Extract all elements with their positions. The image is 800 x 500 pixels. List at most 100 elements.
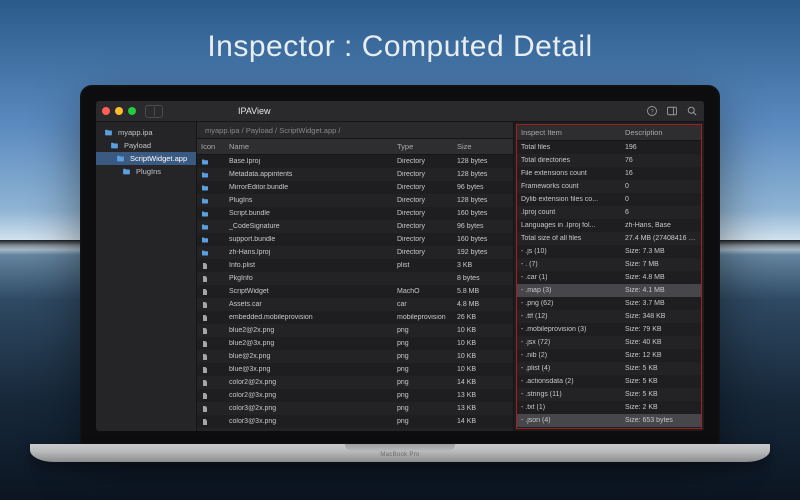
column-type[interactable]: Type [393, 142, 453, 151]
minimize-button[interactable] [115, 107, 123, 115]
table-row[interactable]: blue@2x.pngpng10 KB [197, 350, 513, 363]
table-row[interactable]: zh-Hans.lprojDirectory192 bytes [197, 246, 513, 259]
table-row[interactable]: Metadata.appintentsDirectory128 bytes [197, 168, 513, 181]
row-icon [197, 366, 225, 374]
app-window: IPAView ? myapp.ipaPayloadScriptWidget.a… [96, 101, 704, 431]
inspector-key: Total files [517, 144, 621, 151]
zoom-button[interactable] [128, 107, 136, 115]
table-row[interactable]: blue2@2x.pngpng10 KB [197, 324, 513, 337]
inspector-col-item[interactable]: Inspect Item [517, 128, 621, 137]
inspector-row[interactable]: - .mobileprovision (3)Size: 79 KB [517, 323, 701, 336]
table-row[interactable]: blue@3x.pngpng10 KB [197, 363, 513, 376]
row-size: 96 bytes [453, 184, 513, 191]
sidebar-item[interactable]: myapp.ipa [96, 126, 196, 139]
inspector-value: zh-Hans, Base [621, 222, 701, 229]
inspector-row[interactable]: - .html (1)Size: 521 bytes [517, 427, 701, 428]
table-row[interactable]: Info.plistplist3 KB [197, 259, 513, 272]
sidebar: myapp.ipa Payload ScriptWidget.appPlugIns [96, 122, 197, 431]
row-type: png [393, 405, 453, 412]
row-icon [197, 327, 225, 335]
inspector-row[interactable]: - .json (4)Size: 653 bytes [517, 414, 701, 427]
inspector-row[interactable]: Total directories76 [517, 154, 701, 167]
table-body[interactable]: Base.lprojDirectory128 bytesMetadata.app… [197, 155, 513, 431]
inspector-row[interactable]: Total size of all files27.4 MB (27408416… [517, 232, 701, 245]
inspector-value: 16 [621, 170, 701, 177]
help-icon[interactable]: ? [646, 105, 658, 117]
inspector-value: 0 [621, 196, 701, 203]
sidebar-toggle-button[interactable] [145, 105, 163, 118]
inspector-row[interactable]: Frameworks count0 [517, 180, 701, 193]
table-row[interactable]: color4@2x.pngpng13 KB [197, 428, 513, 431]
table-row[interactable]: _CodeSignatureDirectory96 bytes [197, 220, 513, 233]
inspector-row[interactable]: - .js (10)Size: 7.3 MB [517, 245, 701, 258]
inspector-row[interactable]: - .plist (4)Size: 5 KB [517, 362, 701, 375]
table-row[interactable]: Base.lprojDirectory128 bytes [197, 155, 513, 168]
table-row[interactable]: Script.bundleDirectory160 bytes [197, 207, 513, 220]
row-name: blue2@3x.png [225, 340, 393, 347]
inspector-key: - .plist (4) [517, 365, 621, 372]
row-size: 128 bytes [453, 158, 513, 165]
row-name: Script.bundle [225, 210, 393, 217]
table-row[interactable]: color2@2x.pngpng14 KB [197, 376, 513, 389]
inspector-toggle-icon[interactable] [666, 105, 678, 117]
inspector-row[interactable]: .lproj count6 [517, 206, 701, 219]
column-name[interactable]: Name [225, 142, 393, 151]
table-row[interactable]: color2@3x.pngpng13 KB [197, 389, 513, 402]
inspector-row[interactable]: File extensions count16 [517, 167, 701, 180]
table-row[interactable]: ScriptWidgetMachO5.8 MB [197, 285, 513, 298]
search-icon[interactable] [686, 105, 698, 117]
table-row[interactable]: Assets.carcar4.8 MB [197, 298, 513, 311]
inspector-row[interactable]: - .txt (1)Size: 2 KB [517, 401, 701, 414]
row-size: 160 bytes [453, 210, 513, 217]
row-type: Directory [393, 184, 453, 191]
table-row[interactable]: support.bundleDirectory160 bytes [197, 233, 513, 246]
table-row[interactable]: PlugInsDirectory128 bytes [197, 194, 513, 207]
row-name: PlugIns [225, 197, 393, 204]
table-row[interactable]: MirrorEditor.bundleDirectory96 bytes [197, 181, 513, 194]
inspector-row[interactable]: - .png (62)Size: 3.7 MB [517, 297, 701, 310]
sidebar-item[interactable]: Payload [96, 139, 196, 152]
table-row[interactable]: blue2@3x.pngpng10 KB [197, 337, 513, 350]
inspector-row[interactable]: Languages in .lproj fol...zh-Hans, Base [517, 219, 701, 232]
inspector-body[interactable]: Total files196Total directories76File ex… [517, 141, 701, 428]
sidebar-item[interactable]: ScriptWidget.app [96, 152, 196, 165]
inspector-row[interactable]: - .car (1)Size: 4.8 MB [517, 271, 701, 284]
inspector-key: - .car (1) [517, 274, 621, 281]
inspector-row[interactable]: - .jsx (72)Size: 40 KB [517, 336, 701, 349]
row-size: 10 KB [453, 327, 513, 334]
inspector-row[interactable]: - .actionsdata (2)Size: 5 KB [517, 375, 701, 388]
row-type: mobileprovision [393, 314, 453, 321]
inspector-value: Size: 5 KB [621, 365, 701, 372]
inspector-header: Inspect Item Description [517, 125, 701, 141]
row-type: MachO [393, 288, 453, 295]
row-icon [197, 340, 225, 348]
inspector-row[interactable]: - .ttf (12)Size: 348 KB [517, 310, 701, 323]
table-row[interactable]: color3@3x.pngpng14 KB [197, 415, 513, 428]
inspector-value: Size: 40 KB [621, 339, 701, 346]
row-name: color3@2x.png [225, 405, 393, 412]
table-row[interactable]: color3@2x.pngpng13 KB [197, 402, 513, 415]
close-button[interactable] [102, 107, 110, 115]
inspector-key: - .png (62) [517, 300, 621, 307]
column-size[interactable]: Size [453, 142, 513, 151]
inspector-row[interactable]: - .nib (2)Size: 12 KB [517, 349, 701, 362]
row-size: 128 bytes [453, 197, 513, 204]
inspector-key: Frameworks count [517, 183, 621, 190]
column-icon[interactable]: Icon [197, 142, 225, 151]
inspector-value: Size: 7 MB [621, 261, 701, 268]
inspector-panel: Inspect Item Description Total files196T… [513, 122, 704, 431]
table-row[interactable]: PkgInfo8 bytes [197, 272, 513, 285]
row-icon [197, 431, 225, 432]
inspector-row[interactable]: Total files196 [517, 141, 701, 154]
row-size: 160 bytes [453, 236, 513, 243]
inspector-row[interactable]: Dylib extension files co...0 [517, 193, 701, 206]
sidebar-item-label: Payload [124, 141, 151, 150]
row-name: blue@3x.png [225, 366, 393, 373]
inspector-row[interactable]: - .map (3)Size: 4.1 MB [517, 284, 701, 297]
inspector-key: - .js (10) [517, 248, 621, 255]
sidebar-item[interactable]: PlugIns [96, 165, 196, 178]
inspector-row[interactable]: - . (7)Size: 7 MB [517, 258, 701, 271]
table-row[interactable]: embedded.mobileprovisionmobileprovision2… [197, 311, 513, 324]
inspector-col-desc[interactable]: Description [621, 128, 701, 137]
inspector-row[interactable]: - .strings (11)Size: 5 KB [517, 388, 701, 401]
